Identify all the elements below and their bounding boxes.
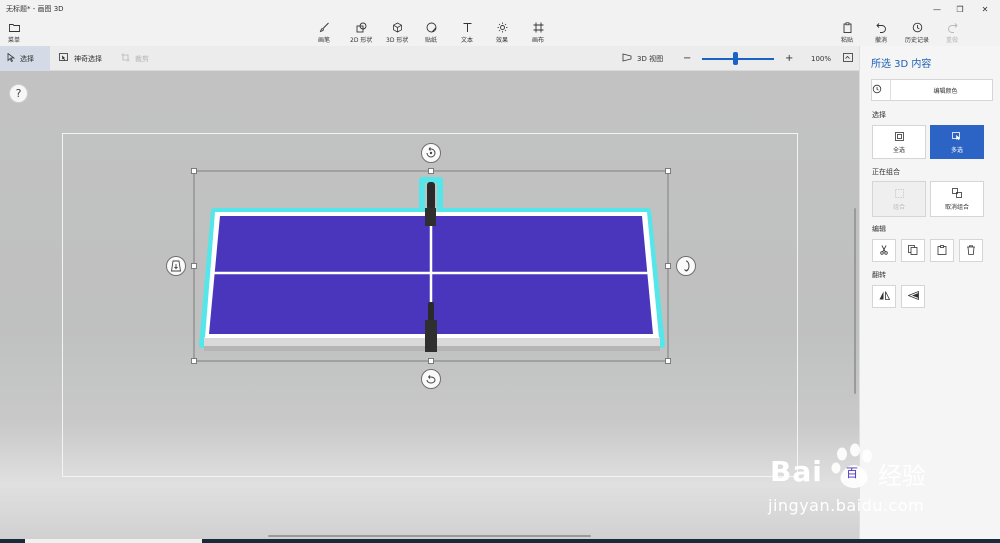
history-icon: [911, 21, 923, 33]
rotate-z-handle[interactable]: [421, 369, 441, 389]
net-clamp-near: [425, 320, 437, 352]
select-all-button[interactable]: 全选: [872, 125, 926, 159]
cut-button[interactable]: [872, 239, 896, 262]
multi-select-button[interactable]: 多选: [930, 125, 984, 159]
redo-button[interactable]: 重做: [946, 21, 958, 45]
depth-icon: [170, 260, 182, 272]
copy-icon: [908, 244, 918, 257]
paste-icon: [937, 244, 947, 257]
rotate-x-handle[interactable]: [421, 143, 441, 163]
restore-button[interactable]: ❐: [949, 0, 971, 18]
push-depth-handle[interactable]: [166, 256, 186, 276]
watermark-site-cn: 经验: [878, 462, 926, 490]
select-section-label: 选择: [872, 111, 886, 119]
close-button[interactable]: ✕: [974, 0, 996, 18]
group-label: 组合: [892, 203, 905, 211]
ungroup-button[interactable]: 取消组合: [930, 181, 984, 217]
group-icon: [894, 188, 905, 199]
minimize-button[interactable]: —: [926, 0, 948, 18]
rotate-icon: [426, 147, 436, 158]
redo-label: 重做: [946, 37, 959, 44]
copy-button[interactable]: [901, 239, 925, 262]
multi-select-label: 多选: [950, 146, 963, 154]
watermark-url: jingyan.baidu.com: [768, 496, 925, 515]
ping-pong-table[interactable]: [199, 177, 665, 352]
redo-icon: [946, 21, 958, 33]
3d-scene: [191, 168, 671, 364]
ungroup-label: 取消组合: [944, 203, 969, 211]
undo-label: 撤消: [875, 37, 888, 44]
rotate-icon: [684, 260, 690, 272]
scissors-icon: [879, 244, 889, 257]
history-label: 历史记录: [905, 37, 930, 44]
watermark-brand: Bai: [770, 455, 823, 488]
trash-icon: [966, 244, 976, 257]
ungroup-icon: [952, 188, 963, 199]
undo-button[interactable]: 撤消: [875, 21, 887, 45]
rotate-icon: [426, 375, 436, 384]
flip-vertical-icon: [906, 290, 919, 302]
group-button[interactable]: 组合: [872, 181, 926, 217]
flip-horizontal-button[interactable]: [872, 285, 896, 308]
grouping-section-label: 正在组合: [872, 168, 900, 176]
delete-button[interactable]: [959, 239, 983, 262]
color-history-icon: [872, 84, 882, 96]
net-post-far: [427, 182, 435, 210]
history-button[interactable]: 历史记录: [905, 21, 929, 45]
edit-color-label: 编辑颜色: [933, 87, 958, 95]
watermark-brand-tail: 百: [846, 466, 859, 480]
select-all-label: 全选: [892, 146, 905, 154]
undo-icon: [875, 21, 887, 33]
flip-section-label: 翻转: [872, 271, 886, 279]
edit-section-label: 编辑: [872, 225, 886, 233]
paste-panel-button[interactable]: [930, 239, 954, 262]
edit-color-button[interactable]: 编辑颜色: [871, 79, 993, 101]
flip-vertical-button[interactable]: [901, 285, 925, 308]
baidu-watermark: Bai 百 经验 jingyan.baidu.com: [760, 440, 1000, 525]
taskbar-search[interactable]: [25, 539, 202, 543]
select-all-icon: [894, 131, 905, 142]
multi-select-icon: [952, 131, 963, 142]
net-clamp-far: [425, 208, 436, 226]
flip-horizontal-icon: [879, 291, 890, 302]
taskbar: [0, 539, 1000, 543]
panel-title: 所选 3D 内容: [871, 59, 932, 70]
rotate-y-handle[interactable]: [676, 256, 696, 276]
